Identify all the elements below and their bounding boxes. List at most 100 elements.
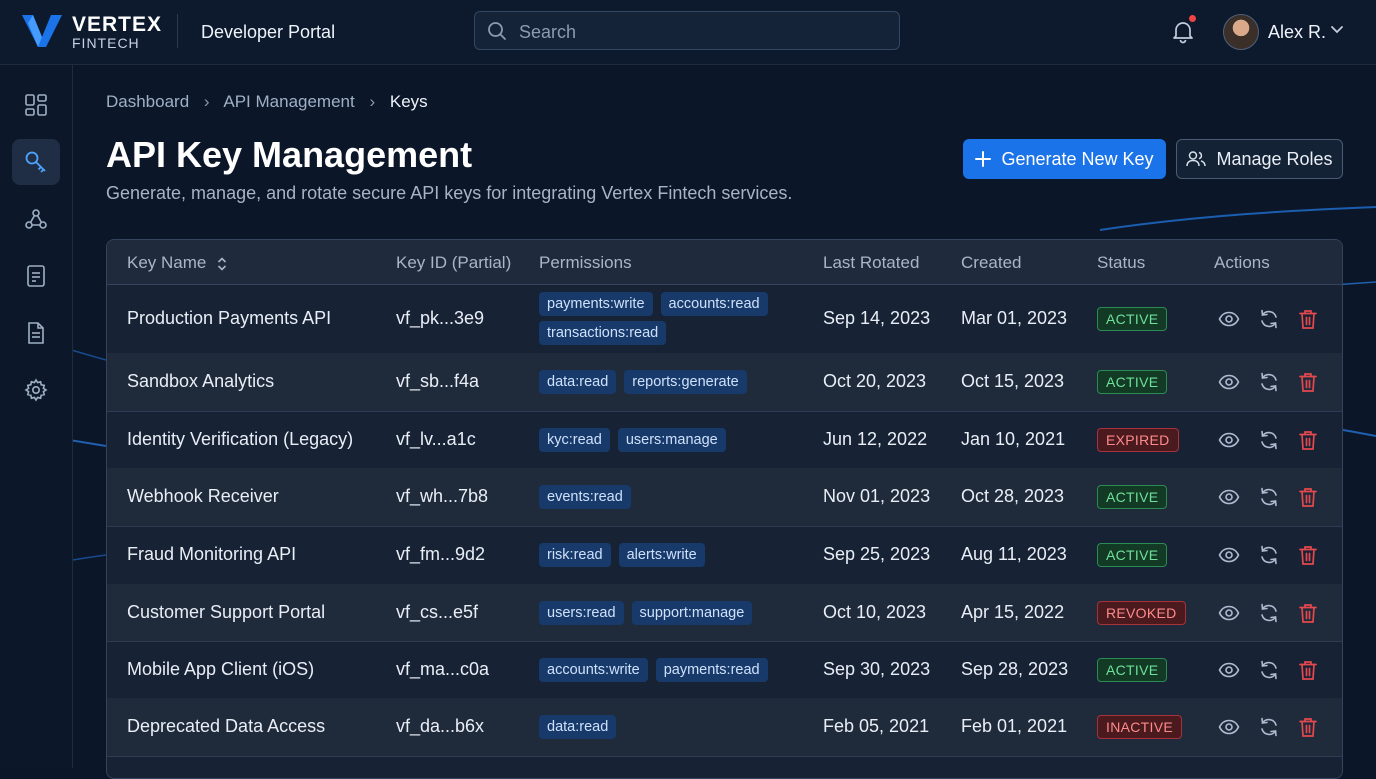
created-date: Aug 11, 2023 [961, 544, 1067, 564]
created-date: Oct 15, 2023 [961, 371, 1065, 391]
view-key-icon[interactable] [1218, 486, 1240, 508]
column-header-label: Key Name [127, 253, 207, 272]
breadcrumb-keys: Keys [389, 92, 428, 111]
delete-key-icon[interactable] [1297, 486, 1319, 508]
api-keys-table: Key Name Key ID (Partial) Permissions La… [106, 239, 1343, 779]
breadcrumb: Dashboard › API Management › Keys [106, 92, 428, 112]
sidebar-item-docs[interactable] [12, 310, 60, 356]
last-rotated: Sep 25, 2023 [823, 544, 931, 564]
permission-tag: users:manage [617, 428, 726, 452]
key-id: vf_wh...7b8 [396, 486, 489, 506]
status-badge: ACTIVE [1097, 370, 1168, 394]
rotate-key-icon[interactable] [1258, 371, 1280, 393]
sidebar-item-keys[interactable] [12, 139, 60, 185]
vertex-logo-icon[interactable] [22, 13, 62, 49]
permission-tags: users:read support:manage [539, 601, 799, 625]
table-row[interactable]: Identity Verification (Legacy) vf_lv...a1… [107, 411, 1342, 469]
permission-tag: reports:generate [624, 370, 747, 394]
column-header-created: Created [961, 253, 1022, 272]
table-header: Key Name Key ID (Partial) Permissions La… [107, 240, 1342, 285]
table-row[interactable]: Fraud Monitoring API vf_fm...9d2 Sep 25, 2… [107, 526, 1342, 585]
delete-key-icon[interactable] [1297, 716, 1319, 738]
permission-tag: risk:read [539, 543, 611, 567]
delete-key-icon[interactable] [1297, 429, 1319, 451]
view-key-icon[interactable] [1218, 602, 1240, 624]
last-rotated: Sep 30, 2023 [823, 659, 931, 679]
rotate-key-icon[interactable] [1258, 308, 1280, 330]
view-key-icon[interactable] [1218, 659, 1240, 681]
key-id: vf_lv...a1c [396, 429, 476, 449]
sidebar-item-settings[interactable] [12, 367, 60, 413]
created-date: Sep 28, 2023 [961, 659, 1069, 679]
sort-icon[interactable] [217, 256, 227, 272]
column-header-key-name[interactable]: Key Name [127, 253, 227, 273]
view-key-icon[interactable] [1218, 308, 1240, 330]
generate-new-key-label: Generate New Key [1001, 148, 1154, 169]
generate-new-key-button[interactable]: Generate New Key [963, 139, 1166, 179]
permission-tags: data:read [539, 715, 799, 739]
table-row[interactable]: Sandbox Analytics vf_sb...f4a Oct 20, 2023… [107, 353, 1342, 412]
rotate-key-icon[interactable] [1258, 716, 1280, 738]
created-date: Apr 15, 2022 [961, 602, 1065, 622]
page-title: API Key Management [106, 134, 473, 175]
user-name[interactable]: Alex R. [1268, 22, 1326, 43]
view-key-icon[interactable] [1218, 544, 1240, 566]
delete-key-icon[interactable] [1297, 602, 1319, 624]
delete-key-icon[interactable] [1297, 371, 1319, 393]
table-row[interactable]: Production Payments API vf_pk...3e9 Sep 14… [107, 284, 1342, 354]
status-badge: EXPIRED [1097, 428, 1179, 452]
rotate-key-icon[interactable] [1258, 429, 1280, 451]
key-id: vf_cs...e5f [396, 602, 479, 622]
manage-roles-button[interactable]: Manage Roles [1176, 139, 1343, 179]
table-row[interactable]: Customer Support Portal vf_cs...e5f Oct 10… [107, 584, 1342, 642]
rotate-key-icon[interactable] [1258, 602, 1280, 624]
last-rotated: Oct 20, 2023 [823, 371, 927, 391]
created-date: Jan 10, 2021 [961, 429, 1066, 449]
avatar[interactable] [1223, 14, 1259, 50]
search-input[interactable] [517, 20, 881, 44]
view-key-icon[interactable] [1218, 371, 1240, 393]
manage-roles-label: Manage Roles [1216, 148, 1333, 169]
search-box[interactable] [474, 11, 900, 50]
key-id: vf_sb...f4a [396, 371, 480, 391]
last-rotated: Sep 14, 2023 [823, 308, 931, 328]
key-id: vf_pk...3e9 [396, 308, 485, 328]
page-subtitle: Generate, manage, and rotate secure API … [106, 183, 793, 203]
sidebar-item-dashboard[interactable] [12, 82, 60, 128]
permission-tags: risk:read alerts:write [539, 543, 799, 567]
delete-key-icon[interactable] [1297, 659, 1319, 681]
logo-text: VERTEX FINTECH [72, 14, 162, 50]
file-text-icon [28, 322, 44, 344]
sidebar [0, 65, 73, 768]
created-date: Feb 01, 2021 [961, 716, 1068, 736]
users-icon [1186, 151, 1207, 167]
view-key-icon[interactable] [1218, 716, 1240, 738]
table-row[interactable]: Deprecated Data Access vf_da...b6x Feb 05,… [107, 698, 1342, 757]
permission-tag: kyc:read [539, 428, 610, 452]
table-row[interactable]: Webhook Receiver vf_wh...7b8 Nov 01, 2023 O… [107, 468, 1342, 527]
table-row[interactable]: Mobile App Client (iOS) vf_ma...c0a Sep 30… [107, 641, 1342, 699]
rotate-key-icon[interactable] [1258, 659, 1280, 681]
sidebar-item-webhooks[interactable] [12, 196, 60, 242]
permission-tag: accounts:write [539, 658, 648, 682]
permission-tag: accounts:read [660, 292, 768, 316]
rotate-key-icon[interactable] [1258, 486, 1280, 508]
delete-key-icon[interactable] [1297, 308, 1319, 330]
view-key-icon[interactable] [1218, 429, 1240, 451]
breadcrumb-api-management[interactable]: API Management [223, 92, 354, 111]
created-date: Mar 01, 2023 [961, 308, 1068, 328]
sidebar-item-reports[interactable] [12, 253, 60, 299]
status-badge: ACTIVE [1097, 543, 1168, 567]
permission-tag: alerts:write [618, 543, 705, 567]
permission-tag: transactions:read [539, 321, 667, 345]
permission-tag: users:read [539, 601, 624, 625]
rotate-key-icon[interactable] [1258, 544, 1280, 566]
delete-key-icon[interactable] [1297, 544, 1319, 566]
breadcrumb-dashboard[interactable]: Dashboard [106, 92, 189, 111]
column-header-last-rotated: Last Rotated [823, 253, 920, 272]
top-bar: VERTEX FINTECH Developer Portal Alex R. [0, 0, 1376, 65]
status-badge: ACTIVE [1097, 658, 1168, 682]
divider [177, 14, 178, 48]
chevron-down-icon[interactable] [1330, 25, 1344, 35]
last-rotated: Feb 05, 2021 [823, 716, 930, 736]
